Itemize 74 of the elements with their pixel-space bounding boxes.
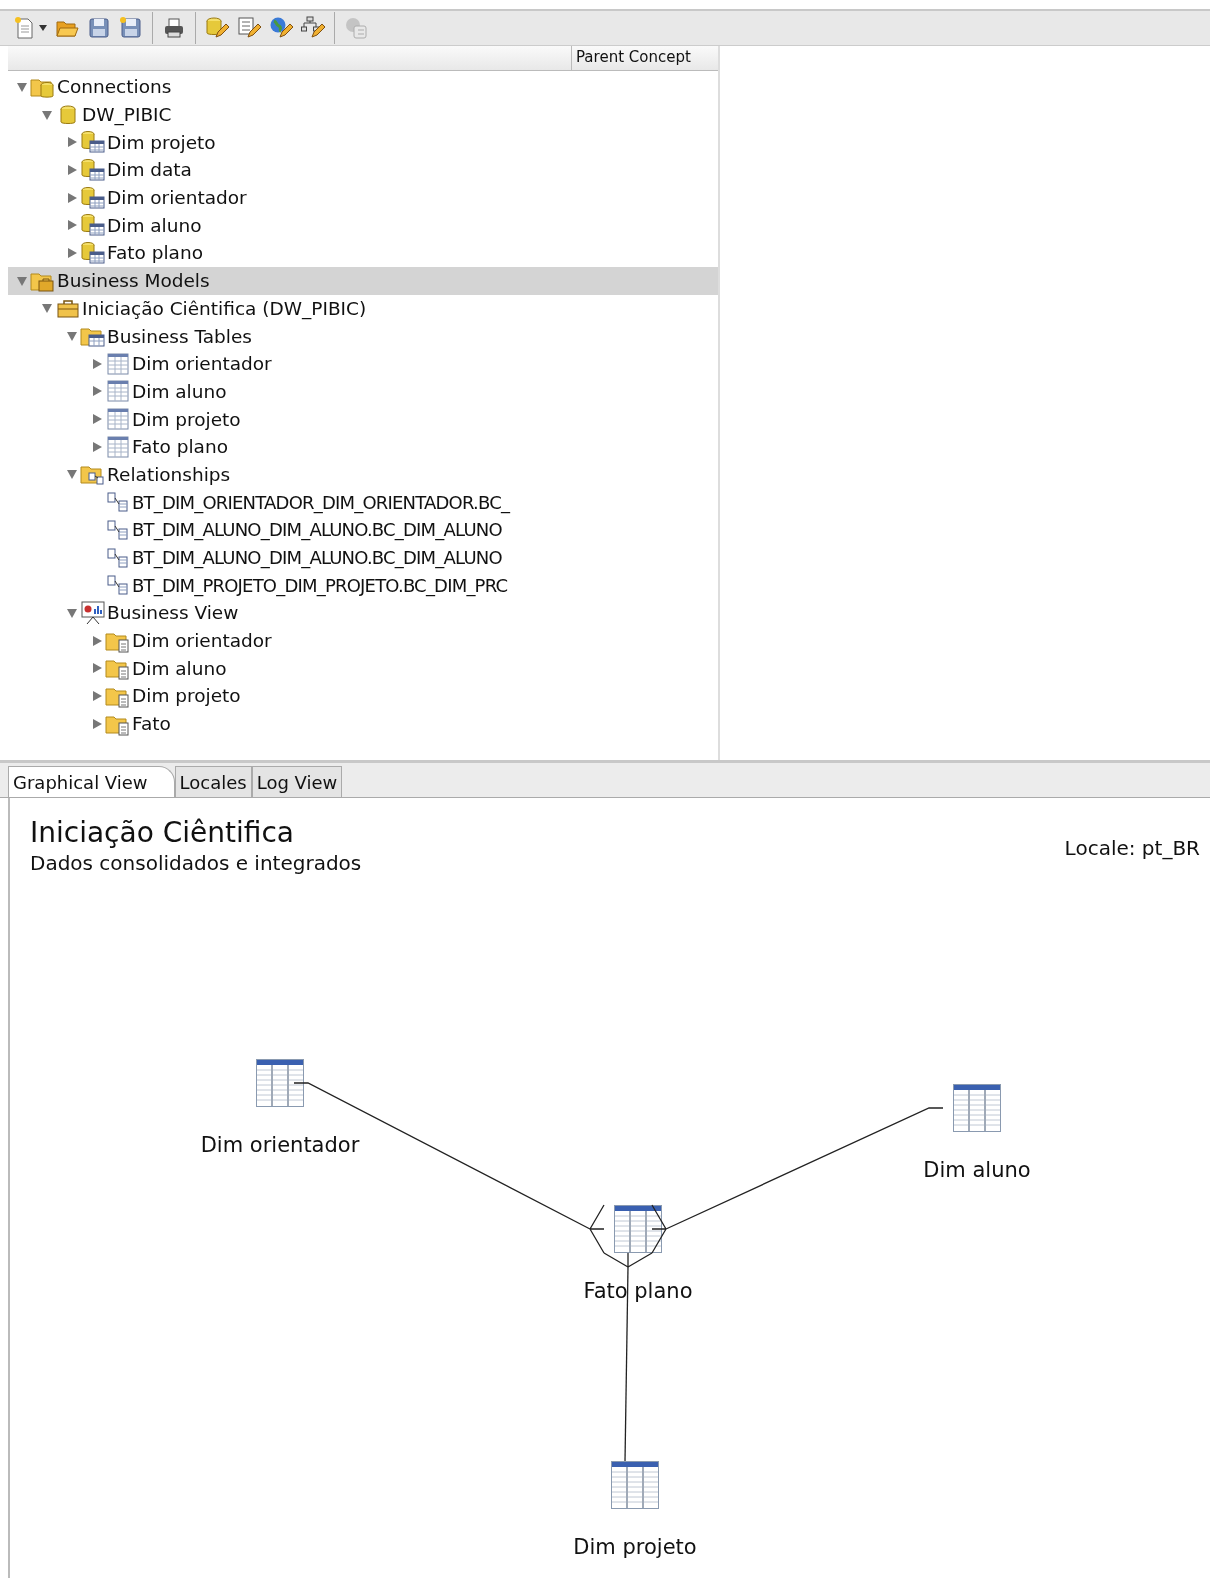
tree-item[interactable]: Dim aluno — [91, 654, 718, 683]
tree-item[interactable]: Dim projeto — [91, 405, 718, 433]
table-label: Dim aluno — [922, 1157, 1032, 1184]
expand-arrow-icon[interactable] — [91, 634, 103, 647]
tree-item[interactable]: Connections — [8, 73, 718, 101]
caret-icon[interactable] — [39, 25, 47, 31]
table-label: Fato plano — [582, 1278, 694, 1305]
collapse-arrow-icon[interactable] — [16, 274, 28, 287]
table-icon — [105, 434, 131, 459]
database-table-icon — [80, 185, 106, 210]
tree-item[interactable]: Dim aluno — [66, 211, 718, 240]
relationship-icon — [105, 490, 131, 515]
table-icon — [105, 351, 131, 376]
expand-arrow-icon[interactable] — [91, 717, 103, 730]
table-icon[interactable] — [953, 1084, 1001, 1132]
database-table-icon — [80, 130, 106, 155]
database-table-icon — [80, 213, 106, 238]
tree-item[interactable]: Iniciação Ciêntifica (DW_PIBIC) — [41, 294, 718, 323]
tree-item[interactable]: Fato — [91, 709, 718, 738]
tree-item[interactable]: Fato plano — [66, 239, 718, 267]
tab[interactable]: Log View — [251, 766, 343, 797]
tree-item[interactable]: BT_DIM_PROJETO_DIM_PROJETO.BC_DIM_PRC — [91, 571, 718, 600]
tree-item[interactable]: BT_DIM_ALUNO_DIM_ALUNO.BC_DIM_ALUNO — [91, 543, 718, 572]
tree-item[interactable]: Dim aluno — [91, 377, 718, 406]
table-label: Dim orientador — [199, 1132, 361, 1159]
relationship-icon — [105, 545, 131, 570]
expand-arrow-icon[interactable] — [91, 385, 103, 398]
tree-item[interactable]: Relationships — [66, 460, 718, 489]
expand-arrow-icon[interactable] — [91, 662, 103, 675]
expand-arrow-icon[interactable] — [66, 163, 78, 176]
tree-item[interactable]: Fato plano — [91, 432, 718, 461]
tree-item[interactable]: Dim orientador — [66, 183, 718, 212]
expand-arrow-icon[interactable] — [66, 191, 78, 204]
database-table-icon — [80, 240, 106, 265]
collapse-arrow-icon[interactable] — [66, 330, 78, 343]
table-icon[interactable] — [611, 1461, 659, 1509]
relationship-icon — [105, 517, 131, 542]
collapse-arrow-icon[interactable] — [41, 302, 53, 315]
tree-item[interactable]: Business Tables — [66, 322, 718, 350]
database-table-icon — [80, 157, 106, 182]
column-header[interactable]: Parent Concept — [571, 46, 718, 70]
expand-arrow-icon[interactable] — [66, 136, 78, 149]
tree-item[interactable]: Dim orientador — [91, 349, 718, 378]
tree-item[interactable]: Business Models — [8, 266, 718, 295]
collapse-arrow-icon[interactable] — [66, 606, 78, 619]
expand-arrow-icon[interactable] — [91, 440, 103, 453]
model-description: Dados consolidados e integrados — [30, 851, 362, 875]
locale-label: Locale: pt_BR — [1064, 835, 1200, 862]
tree-item[interactable]: DW_PIBIC — [41, 100, 718, 129]
table-label: Dim projeto — [572, 1534, 698, 1561]
tree-item[interactable]: Dim orientador — [91, 626, 718, 655]
tree-item[interactable]: Dim data — [66, 156, 718, 184]
table-icon[interactable] — [614, 1205, 662, 1253]
table-icon[interactable] — [256, 1059, 304, 1107]
tree-item[interactable]: BT_DIM_ALUNO_DIM_ALUNO.BC_DIM_ALUNO — [91, 516, 718, 544]
easel-chart-icon — [80, 600, 106, 625]
model-title: Iniciação Ciêntifica — [30, 816, 295, 849]
tree-item[interactable]: BT_DIM_ORIENTADOR_DIM_ORIENTADOR.BC_ — [91, 488, 718, 516]
relationship-icon — [105, 573, 131, 598]
table-icon — [105, 407, 131, 432]
table-icon — [105, 379, 131, 404]
collapse-arrow-icon[interactable] — [41, 108, 53, 121]
expand-arrow-icon[interactable] — [91, 689, 103, 702]
tab[interactable]: Graphical View — [8, 766, 175, 797]
tree-item[interactable]: Dim projeto — [91, 682, 718, 710]
collapse-arrow-icon[interactable] — [66, 468, 78, 481]
tab[interactable]: Locales — [174, 766, 252, 797]
collapse-arrow-icon[interactable] — [16, 80, 28, 93]
expand-arrow-icon[interactable] — [66, 219, 78, 232]
expand-arrow-icon[interactable] — [91, 357, 103, 370]
tree-item[interactable]: Dim projeto — [66, 128, 718, 157]
expand-arrow-icon[interactable] — [91, 413, 103, 426]
tree-item[interactable]: Business View — [66, 599, 718, 627]
expand-arrow-icon[interactable] — [66, 246, 78, 259]
